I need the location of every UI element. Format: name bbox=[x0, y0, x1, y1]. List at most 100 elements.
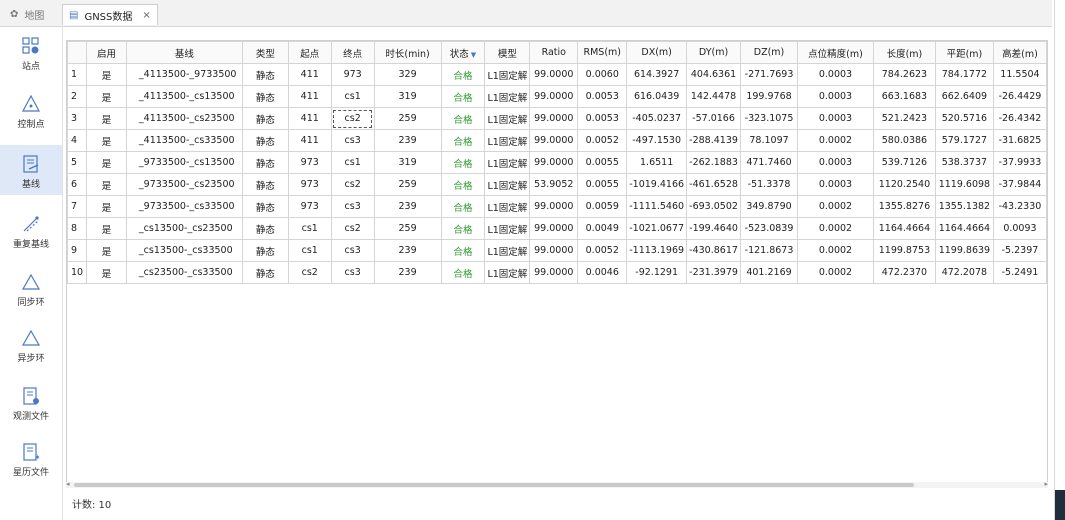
table-cell[interactable]: 0.0003 bbox=[797, 173, 874, 196]
table-cell[interactable]: 539.7126 bbox=[872, 151, 936, 174]
table-cell[interactable]: 静态 bbox=[241, 63, 289, 86]
table-cell[interactable]: -1113.1969 bbox=[626, 239, 688, 262]
table-cell[interactable]: 是 bbox=[85, 151, 127, 174]
table-cell[interactable]: 0.0060 bbox=[577, 63, 628, 86]
table-cell[interactable]: 0.0003 bbox=[797, 107, 874, 130]
sidebar-item-observation-files[interactable]: 观测文件 bbox=[0, 377, 62, 427]
table-cell[interactable]: 521.2423 bbox=[872, 107, 936, 130]
table-cell[interactable]: L1固定解 bbox=[484, 217, 531, 240]
table-cell[interactable]: 是 bbox=[85, 217, 127, 240]
table-cell[interactable]: -1019.4166 bbox=[626, 173, 688, 196]
table-cell[interactable]: 静态 bbox=[241, 195, 289, 218]
table-cell[interactable]: 0.0003 bbox=[797, 151, 874, 174]
table-cell[interactable]: 616.0439 bbox=[626, 85, 688, 108]
table-cell[interactable]: cs3 bbox=[330, 195, 375, 218]
table-cell[interactable]: 合格 bbox=[440, 261, 486, 284]
table-cell[interactable]: cs1 bbox=[287, 239, 332, 262]
table-cell[interactable]: 142.4478 bbox=[686, 85, 742, 108]
table-cell[interactable]: -693.0502 bbox=[686, 195, 742, 218]
table-cell[interactable]: 99.0000 bbox=[529, 239, 579, 262]
table-cell[interactable]: -1111.5460 bbox=[626, 195, 688, 218]
table-cell[interactable]: 0.0002 bbox=[797, 195, 874, 218]
table-cell[interactable]: 合格 bbox=[440, 85, 486, 108]
table-cell[interactable]: 199.9768 bbox=[740, 85, 799, 108]
table-cell[interactable]: 0.0059 bbox=[577, 195, 628, 218]
column-header[interactable]: DZ(m) bbox=[740, 41, 799, 64]
table-cell[interactable]: cs1 bbox=[330, 151, 375, 174]
column-header[interactable]: 起点 bbox=[287, 41, 332, 64]
table-cell[interactable]: 合格 bbox=[440, 195, 486, 218]
table-cell[interactable]: -461.6528 bbox=[686, 173, 742, 196]
table-cell[interactable]: 静态 bbox=[241, 85, 289, 108]
table-cell[interactable]: L1固定解 bbox=[484, 151, 531, 174]
table-cell[interactable]: 合格 bbox=[440, 129, 486, 152]
table-cell[interactable]: 静态 bbox=[241, 217, 289, 240]
table-cell[interactable]: 239 bbox=[373, 195, 442, 218]
table-cell[interactable]: -497.1530 bbox=[626, 129, 688, 152]
close-icon[interactable]: × bbox=[142, 10, 150, 21]
column-header[interactable]: 平距(m) bbox=[934, 41, 994, 64]
table-cell[interactable]: 239 bbox=[373, 129, 442, 152]
sidebar-item-sync-loops[interactable]: 同步环 bbox=[0, 263, 62, 313]
table-cell[interactable]: -523.0839 bbox=[740, 217, 799, 240]
table-cell[interactable]: 0.0049 bbox=[577, 217, 628, 240]
table-row[interactable]: 7 是 _9733500-_cs33500 静态 973 cs3 239 合格 L1固定解 99.… bbox=[67, 195, 1047, 218]
table-cell[interactable]: -405.0237 bbox=[626, 107, 688, 130]
table-cell[interactable]: 411 bbox=[287, 129, 332, 152]
table-cell[interactable]: cs1 bbox=[330, 85, 375, 108]
table-cell[interactable]: L1固定解 bbox=[484, 85, 531, 108]
table-cell[interactable]: cs3 bbox=[330, 129, 375, 152]
scrollbar-thumb[interactable] bbox=[74, 483, 914, 487]
table-cell[interactable]: 静态 bbox=[241, 151, 289, 174]
table-cell[interactable]: -323.1075 bbox=[740, 107, 799, 130]
table-cell[interactable]: 0.0052 bbox=[577, 129, 628, 152]
table-cell[interactable]: cs2 bbox=[287, 261, 332, 284]
column-header[interactable]: 模型 bbox=[484, 41, 531, 64]
table-cell[interactable]: 319 bbox=[373, 85, 442, 108]
table-cell[interactable]: -271.7693 bbox=[740, 63, 799, 86]
table-cell[interactable]: -121.8673 bbox=[740, 239, 799, 262]
table-cell[interactable]: 0.0002 bbox=[797, 217, 874, 240]
table-cell[interactable]: -31.6825 bbox=[992, 129, 1047, 152]
table-cell[interactable]: cs2 bbox=[330, 107, 375, 130]
table-row[interactable]: 1 是 _4113500-_9733500 静态 411 973 329 合格 L1固定解 99.… bbox=[67, 63, 1047, 86]
table-cell[interactable]: 614.3927 bbox=[626, 63, 688, 86]
table-cell[interactable]: L1固定解 bbox=[484, 239, 531, 262]
table-cell[interactable]: _cs13500-_cs33500 bbox=[125, 239, 243, 262]
column-header[interactable]: 长度(m) bbox=[872, 41, 936, 64]
table-cell[interactable]: _9733500-_cs23500 bbox=[125, 173, 243, 196]
table-cell[interactable]: -1021.0677 bbox=[626, 217, 688, 240]
table-cell[interactable]: 合格 bbox=[440, 239, 486, 262]
filter-dropdown-icon[interactable]: ▼ bbox=[471, 51, 476, 59]
column-header[interactable]: 终点 bbox=[330, 41, 375, 64]
table-cell[interactable]: 53.9052 bbox=[529, 173, 579, 196]
table-cell[interactable]: _4113500-_cs13500 bbox=[125, 85, 243, 108]
column-header[interactable]: 点位精度(m) bbox=[797, 41, 874, 64]
table-cell[interactable]: 合格 bbox=[440, 107, 486, 130]
table-cell[interactable]: 580.0386 bbox=[872, 129, 936, 152]
table-cell[interactable]: 99.0000 bbox=[529, 63, 579, 86]
table-cell[interactable]: 是 bbox=[85, 239, 127, 262]
table-cell[interactable]: -231.3979 bbox=[686, 261, 742, 284]
table-row[interactable]: 8 是 _cs13500-_cs23500 静态 cs1 cs2 259 合格 L1固定解 99.… bbox=[67, 217, 1047, 240]
table-cell[interactable]: cs3 bbox=[330, 261, 375, 284]
table-cell[interactable]: 471.7460 bbox=[740, 151, 799, 174]
table-cell[interactable]: 99.0000 bbox=[529, 129, 579, 152]
table-cell[interactable]: 973 bbox=[287, 195, 332, 218]
table-cell[interactable]: L1固定解 bbox=[484, 107, 531, 130]
column-header[interactable]: 时长(min) bbox=[373, 41, 442, 64]
column-header[interactable]: 基线 bbox=[125, 41, 243, 64]
table-cell[interactable]: L1固定解 bbox=[484, 173, 531, 196]
table-cell[interactable]: 538.3737 bbox=[934, 151, 994, 174]
sidebar-item-baselines[interactable]: 基线 bbox=[0, 145, 62, 195]
table-row[interactable]: 9 是 _cs13500-_cs33500 静态 cs1 cs3 239 合格 L1固定解 99.… bbox=[67, 239, 1047, 262]
table-cell[interactable]: 472.2078 bbox=[934, 261, 994, 284]
table-cell[interactable]: 99.0000 bbox=[529, 85, 579, 108]
table-cell[interactable]: -199.4640 bbox=[686, 217, 742, 240]
table-row[interactable]: 6 是 _9733500-_cs23500 静态 973 cs2 259 合格 L1固定解 53.… bbox=[67, 173, 1047, 196]
table-cell[interactable]: 784.1772 bbox=[934, 63, 994, 86]
column-header[interactable]: 启用 bbox=[85, 41, 127, 64]
table-cell[interactable]: 784.2623 bbox=[872, 63, 936, 86]
table-cell[interactable]: 是 bbox=[85, 195, 127, 218]
column-header[interactable]: DX(m) bbox=[626, 41, 688, 64]
